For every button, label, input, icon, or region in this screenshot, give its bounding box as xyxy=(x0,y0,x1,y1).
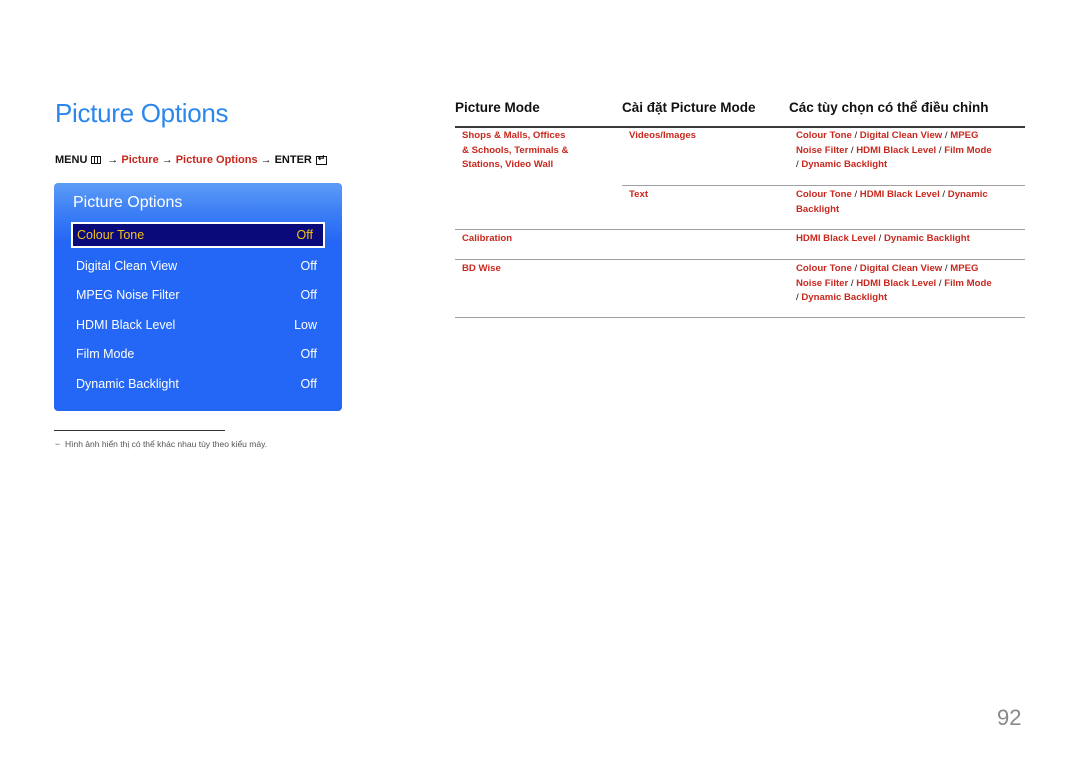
row-divider xyxy=(455,259,1025,260)
breadcrumb-item-picture-options: Picture Options xyxy=(175,154,258,166)
osd-item-dynamic-backlight[interactable]: Dynamic Backlight Off xyxy=(71,371,325,397)
cell-line: HDMI Black Level / Dynamic Backlight xyxy=(796,232,970,247)
cell-line: & Schools, Terminals & xyxy=(462,144,569,156)
breadcrumb: MENU → Picture → Picture Options → ENTER xyxy=(55,153,327,166)
osd-item-label: Dynamic Backlight xyxy=(76,377,179,391)
table-cell-setting: Videos/Images xyxy=(629,130,697,141)
osd-item-label: Colour Tone xyxy=(77,228,145,242)
table-cell-mode: BD Wise xyxy=(462,263,501,274)
cell-line: Stations, Video Wall xyxy=(462,159,554,171)
cell-line: / Dynamic Backlight xyxy=(796,158,992,173)
cell-line: Colour Tone / HDMI Black Level / Dynamic xyxy=(796,188,988,203)
option-name: HDMI Black Level xyxy=(796,233,876,244)
page-title: Picture Options xyxy=(55,98,229,128)
option-name: Digital Clean View xyxy=(859,130,943,141)
table-cell-options: Colour Tone / Digital Clean View / MPEG N… xyxy=(796,129,992,173)
breadcrumb-menu: MENU xyxy=(55,154,88,166)
footnote-divider xyxy=(54,430,225,431)
cell-line: Noise Filter / HDMI Black Level / Film M… xyxy=(796,277,992,292)
osd-item-label: Digital Clean View xyxy=(76,259,178,273)
osd-item-film-mode[interactable]: Film Mode Off xyxy=(71,341,325,367)
option-name: Colour Tone xyxy=(796,263,852,274)
option-name: Dynamic Backlight xyxy=(883,233,970,244)
cell-line: Colour Tone / Digital Clean View / MPEG xyxy=(796,129,992,144)
arrow-icon: → xyxy=(260,154,272,166)
footnote-text: Hình ảnh hiển thị có thể khác nhau tùy t… xyxy=(64,439,268,449)
row-divider xyxy=(455,229,1025,230)
separator: / xyxy=(939,189,948,200)
table-header-divider xyxy=(455,126,1025,128)
option-name: Dynamic xyxy=(947,189,988,200)
osd-item-value: Off xyxy=(300,347,317,361)
cell-line: Backlight xyxy=(796,203,988,218)
separator: / xyxy=(851,189,860,200)
option-name: HDMI Black Level xyxy=(859,189,940,200)
osd-title: Picture Options xyxy=(73,194,183,211)
table-header-picture-mode: Picture Mode xyxy=(455,100,540,115)
option-name: Digital Clean View xyxy=(859,263,943,274)
separator: / xyxy=(851,263,860,274)
osd-item-label: MPEG Noise Filter xyxy=(76,288,180,302)
table-header-mode-setting: Cài đặt Picture Mode xyxy=(622,100,756,115)
breadcrumb-item-picture: Picture xyxy=(121,154,159,166)
option-name: Noise Filter xyxy=(796,144,849,156)
arrow-icon: → xyxy=(107,154,119,166)
footnote: − Hình ảnh hiển thị có thể khác nhau tùy … xyxy=(55,439,267,449)
osd-item-label: HDMI Black Level xyxy=(76,318,176,332)
osd-item-digital-clean-view[interactable]: Digital Clean View Off xyxy=(71,253,325,279)
option-name: Noise Filter xyxy=(796,277,849,289)
osd-item-label: Film Mode xyxy=(76,347,135,361)
arrow-icon: → xyxy=(161,154,173,166)
option-name: Film Mode xyxy=(944,144,992,156)
table-cell-mode: Shops & Malls, Offices & Schools, Termin… xyxy=(462,129,568,173)
osd-item-colour-tone[interactable]: Colour Tone Off xyxy=(71,222,325,248)
option-name: Backlight xyxy=(796,203,840,215)
table-cell-options: HDMI Black Level / Dynamic Backlight xyxy=(796,232,970,247)
option-name: HDMI Black Level xyxy=(856,144,937,156)
option-name: Dynamic Backlight xyxy=(801,159,888,171)
breadcrumb-enter: ENTER xyxy=(274,154,312,166)
table-cell-mode: Calibration xyxy=(462,233,513,244)
osd-item-value: Off xyxy=(300,288,317,302)
osd-menu-panel: Picture Options Colour Tone Off Digital … xyxy=(54,183,342,411)
option-name: HDMI Black Level xyxy=(856,277,937,289)
osd-item-value: Off xyxy=(300,377,317,391)
option-name: MPEG xyxy=(950,263,979,274)
osd-item-value: Low xyxy=(294,318,317,332)
table-header-adjustable-options: Các tùy chọn có thể điều chỉnh xyxy=(789,100,989,115)
option-name: MPEG xyxy=(950,130,979,141)
table-cell-options: Colour Tone / HDMI Black Level / Dynamic… xyxy=(796,188,988,217)
cell-line: / Dynamic Backlight xyxy=(796,291,992,306)
option-name: Colour Tone xyxy=(796,130,852,141)
table-cell-options: Colour Tone / Digital Clean View / MPEG N… xyxy=(796,262,992,306)
osd-item-mpeg-noise-filter[interactable]: MPEG Noise Filter Off xyxy=(71,282,325,308)
osd-item-hdmi-black-level[interactable]: HDMI Black Level Low xyxy=(71,312,325,338)
table-cell-setting: Text xyxy=(629,189,649,200)
row-divider xyxy=(455,317,1025,318)
menu-icon xyxy=(91,156,102,164)
osd-item-value: Off xyxy=(300,259,317,273)
osd-item-value: Off xyxy=(296,228,313,242)
footnote-dash: − xyxy=(55,439,60,449)
separator: / xyxy=(875,233,884,244)
row-divider xyxy=(622,185,1025,186)
cell-line: Noise Filter / HDMI Black Level / Film M… xyxy=(796,144,992,159)
cell-line: Colour Tone / Digital Clean View / MPEG xyxy=(796,262,992,277)
enter-icon xyxy=(315,153,327,165)
page-number: 92 xyxy=(997,705,1022,730)
option-name: Dynamic Backlight xyxy=(801,292,888,304)
cell-line: Shops & Malls, Offices xyxy=(462,130,566,141)
option-name: Colour Tone xyxy=(796,189,852,200)
separator: / xyxy=(851,130,860,141)
option-name: Film Mode xyxy=(944,277,992,289)
